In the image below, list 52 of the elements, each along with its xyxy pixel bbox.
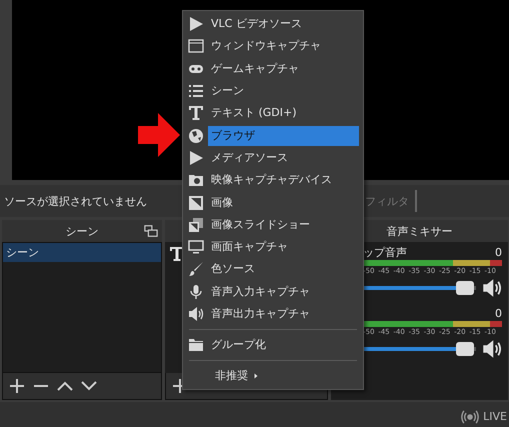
menu-item[interactable]: ウィンドウキャプチャ [208,36,359,56]
text-icon [169,246,185,262]
menu-item[interactable]: ゲームキャプチャ [208,58,359,79]
globe-icon [188,128,204,144]
menu-item[interactable]: 色ソース [208,259,359,280]
peak-reading: 0 [495,246,502,258]
add-button[interactable] [9,378,25,394]
camera-icon [188,172,204,188]
menu-item[interactable]: グループ化 [208,335,359,356]
live-status: LIVE [483,410,507,423]
dock-title: 音声ミキサー [386,224,452,238]
menu-item[interactable]: テキスト (GDI+) [208,103,359,124]
peak-reading: 0 [495,306,502,320]
mute-button[interactable] [482,339,502,359]
dock-title: シーン [66,224,98,238]
no-source-label: ソースが選択されていません [4,194,147,208]
scene-item[interactable]: シーン [3,243,161,262]
window-icon [188,38,204,54]
list-icon [188,83,204,100]
image-icon [188,194,204,211]
menu-item[interactable]: VLC ビデオソース [208,14,359,34]
slider-thumb[interactable] [456,281,474,295]
mute-button[interactable] [482,278,502,298]
speaker-icon [188,306,204,322]
menu-item[interactable]: メディアソース [208,148,359,168]
speaker-icon [482,278,502,298]
menu-item[interactable]: 映像キャプチャデバイス [208,170,359,190]
menu-item[interactable]: 音声出力キャプチャ [208,304,359,324]
menu-item[interactable]: ブラウザ [208,126,359,146]
speaker-icon [482,339,502,359]
pointer-arrow [138,113,180,157]
menu-item[interactable]: 画像スライドショー [208,214,359,235]
monitor-icon [188,239,204,256]
menu-item[interactable]: 画像 [208,192,359,213]
menu-item[interactable]: シーン [208,81,359,102]
menu-item[interactable]: 音声入力キャプチャ [208,282,359,302]
slider-thumb[interactable] [456,342,474,356]
brush-icon [188,261,204,278]
text-icon [188,105,204,122]
play-icon [188,150,204,166]
plus-icon [9,378,25,394]
microphone-icon [188,284,204,300]
submenu-arrow-icon [252,372,260,380]
submenu-item[interactable]: 非推奨 [212,366,248,386]
minus-icon [33,385,49,387]
detach-icon [144,224,158,238]
play-icon [188,16,204,32]
folder-icon [188,337,204,354]
broadcast-icon [461,408,480,426]
menu-item[interactable]: 画面キャプチャ [208,237,359,258]
channel-name: ップ音声 [363,244,407,260]
images-icon [188,216,204,233]
